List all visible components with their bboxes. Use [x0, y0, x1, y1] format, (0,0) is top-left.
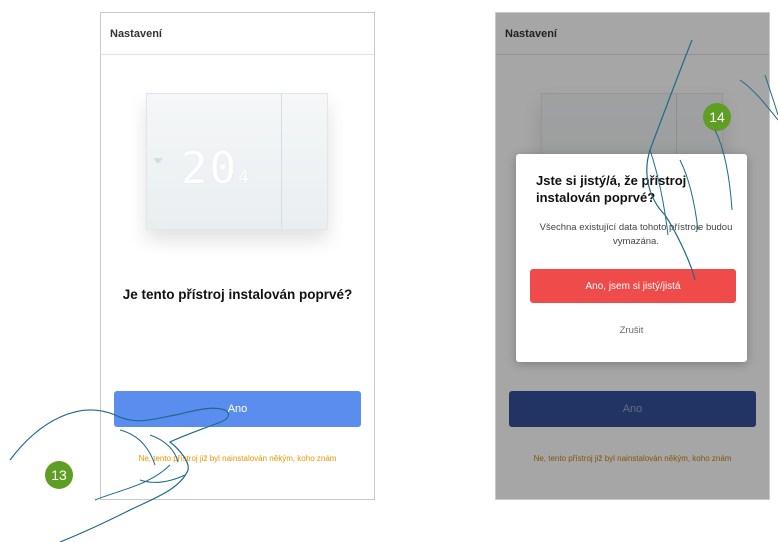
pointing-hand-right-icon: [646, 40, 778, 280]
thermostat-image: 204: [141, 93, 331, 253]
first-install-question: Je tento přístroj instalován poprvé?: [122, 287, 353, 302]
thermostat-temperature: 20: [181, 143, 238, 194]
page-title: Nastavení: [101, 13, 374, 55]
thermostat-decimal: 4: [237, 167, 251, 188]
cancel-button[interactable]: Zrušit: [516, 325, 747, 336]
pointing-hand-left-icon: [9, 407, 230, 542]
thermostat-divider: [281, 93, 282, 228]
thermostat-arrow-icon: [153, 158, 163, 164]
thermostat-display: 204: [181, 143, 251, 194]
